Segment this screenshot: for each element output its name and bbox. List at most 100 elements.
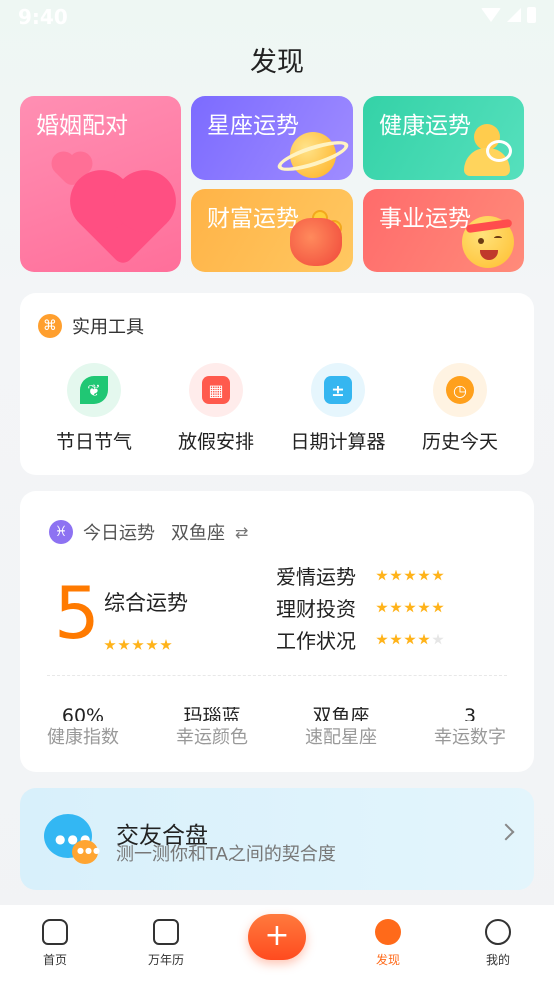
tools-header: ⌘ 实用工具 (38, 313, 144, 339)
friend-match-banner[interactable]: ●●● ●●● 交友合盘 测一测你和TA之间的契合度 (20, 788, 534, 890)
metric-value: 60% (61, 707, 105, 721)
aspect-label: 工作状况 (276, 629, 356, 653)
tab-label: 发现 (375, 953, 400, 967)
star-icon (146, 639, 158, 650)
tab-label: 首页 (42, 953, 67, 967)
star-icon (418, 633, 430, 645)
tool-label: 放假安排 (177, 431, 254, 453)
tool-label: 历史今天 (421, 431, 498, 453)
aspect-work: 工作状况 (276, 625, 444, 654)
clock-icon: ◷ (446, 376, 474, 404)
fortune-title: 今日运势 (83, 523, 155, 544)
leaf-icon: ❦ (80, 376, 108, 404)
face-eye (494, 236, 502, 240)
daily-fortune-panel[interactable]: ♓ 今日运势 双鱼座 ⇄ 5 综合运势 爱情运势 理财投资 工作状况 60% 健… (20, 491, 534, 772)
metric-health-index: 60% 健康指数 (33, 707, 133, 749)
status-icons (481, 7, 536, 23)
overall-stars (104, 639, 172, 651)
status-bar: 9:40 (0, 0, 554, 34)
metric-match-sign: 双鱼座 速配星座 (291, 707, 391, 749)
divider (47, 675, 507, 676)
aspect-love: 爱情运势 (276, 561, 444, 590)
star-icon (418, 601, 430, 613)
star-icon (432, 633, 444, 645)
metric-lucky-number: 3 幸运数字 (420, 707, 520, 749)
overall-label: 综合运势 (104, 591, 188, 615)
wifi-icon (481, 8, 501, 22)
aspect-stars (376, 601, 444, 614)
face-eye (478, 238, 484, 244)
metric-label: 健康指数 (47, 727, 119, 748)
leaf-icon-wrap: ❦ (67, 363, 121, 417)
aspect-finance: 理财投资 (276, 593, 444, 622)
star-icon (404, 569, 416, 581)
star-icon (418, 569, 430, 581)
tile-label-zodiac: 星座运势 (207, 113, 299, 139)
star-icon (132, 639, 144, 650)
aspect-label: 理财投资 (276, 597, 356, 621)
grid-icon: ⌘ (38, 314, 62, 338)
tab-mine[interactable]: 我的 (458, 919, 538, 968)
metric-label: 幸运颜色 (176, 727, 248, 748)
aspect-stars (376, 569, 444, 582)
swap-icon[interactable]: ⇄ (235, 523, 248, 542)
star-icon (432, 569, 444, 581)
tool-festival[interactable]: ❦ 节日节气 (34, 363, 154, 454)
tile-label-marriage: 婚姻配对 (36, 113, 128, 139)
calendar-icon-wrap: ▦ (189, 363, 243, 417)
pisces-icon: ♓ (49, 520, 73, 544)
star-icon (390, 601, 402, 613)
tool-label: 节日节气 (55, 431, 132, 453)
star-icon (390, 569, 402, 581)
star-icon (404, 601, 416, 613)
tab-home[interactable]: 首页 (15, 919, 95, 968)
calendar-icon: ▦ (202, 376, 230, 404)
star-icon (376, 601, 388, 613)
tool-holiday[interactable]: ▦ 放假安排 (156, 363, 276, 454)
star-icon (432, 601, 444, 613)
tool-history-today[interactable]: ◷ 历史今天 (400, 363, 520, 454)
money-bag-icon (290, 218, 342, 266)
compass-icon (375, 919, 401, 945)
doctor-icon (462, 124, 512, 176)
tools-header-label: 实用工具 (72, 317, 144, 338)
star-icon (390, 633, 402, 645)
aspect-stars (376, 633, 444, 646)
tool-label: 日期计算器 (290, 431, 386, 453)
metric-value: 玛瑙蓝 (183, 707, 241, 721)
star-icon (118, 639, 130, 650)
status-time: 9:40 (18, 5, 68, 29)
metric-lucky-color: 玛瑙蓝 幸运颜色 (162, 707, 262, 749)
profile-icon (485, 919, 511, 945)
fortune-header: ♓ 今日运势 双鱼座 ⇄ (49, 519, 248, 545)
metric-label: 速配星座 (305, 727, 377, 748)
add-button[interactable]: + (248, 914, 306, 960)
tile-label-career: 事业运势 (379, 206, 471, 232)
star-icon (376, 569, 388, 581)
tab-calendar[interactable]: 万年历 (126, 919, 206, 968)
tool-date-calculator[interactable]: ± 日期计算器 (278, 363, 398, 454)
overall-score: 5 (54, 571, 100, 655)
metric-value: 3 (463, 707, 477, 721)
signal-icon (507, 8, 521, 22)
fortune-sign[interactable]: 双鱼座 (171, 519, 225, 545)
tile-label-wealth: 财富运势 (207, 206, 299, 232)
page-title: 发现 (250, 47, 304, 78)
battery-icon (527, 7, 536, 23)
metric-value: 双鱼座 (312, 707, 370, 721)
star-icon (104, 639, 116, 650)
chat-dots: ●●● (77, 846, 101, 855)
tile-label-health: 健康运势 (379, 113, 471, 139)
calculator-icon-wrap: ± (311, 363, 365, 417)
tools-panel: ⌘ 实用工具 ❦ 节日节气 ▦ 放假安排 ± 日期计算器 ◷ 历史今天 (20, 293, 534, 475)
tab-label: 我的 (485, 953, 510, 967)
aspect-label: 爱情运势 (276, 565, 356, 589)
calculator-icon: ± (324, 376, 352, 404)
tab-label: 万年历 (147, 953, 184, 967)
clock-icon-wrap: ◷ (433, 363, 487, 417)
star-icon (404, 633, 416, 645)
chevron-right-icon (497, 823, 515, 841)
tab-discover[interactable]: 发现 (348, 919, 428, 968)
star-icon (160, 639, 172, 650)
home-icon (42, 919, 68, 945)
